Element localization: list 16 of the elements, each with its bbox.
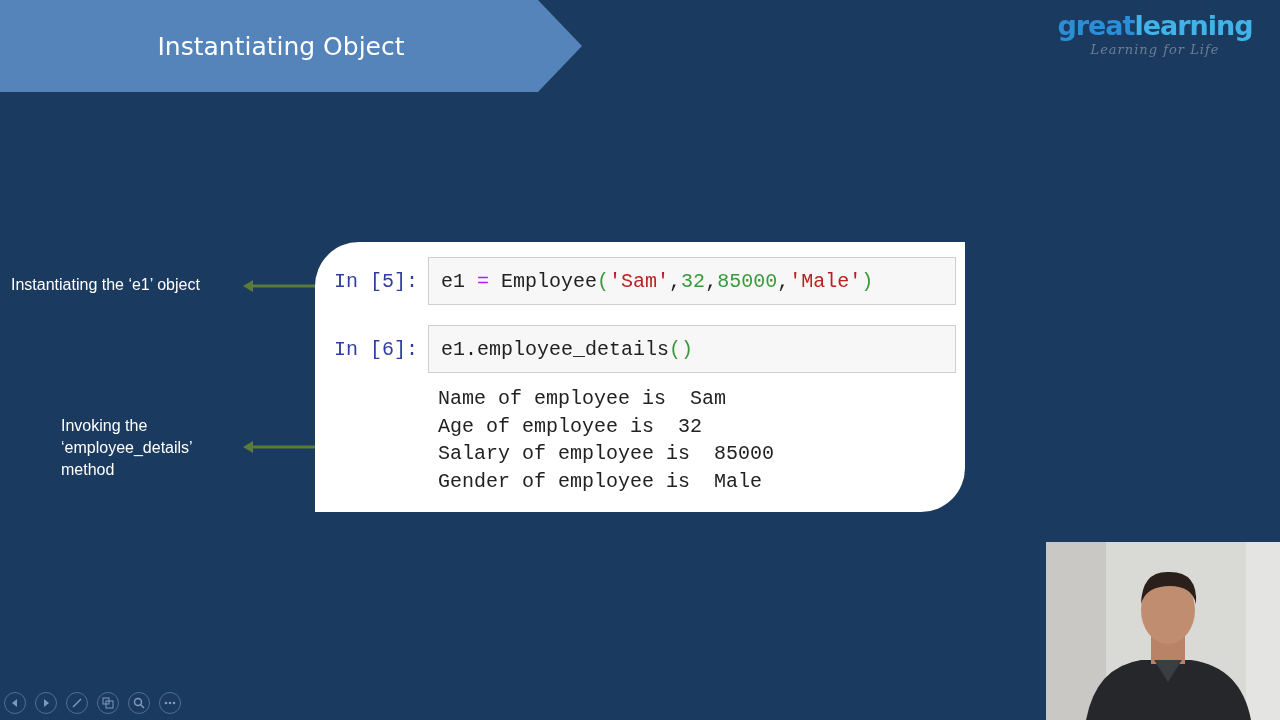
cell-prompt: In [5]: [334,269,416,293]
annotation-text: Invoking the ‘employee_details’ method [61,416,194,480]
cell-prompt: In [6]: [334,337,416,361]
logo-tagline: Learning for Life [1090,42,1220,57]
annotation-text: Instantiating the ‘e1’ object [11,276,200,294]
slides-icon [102,697,114,709]
output-line: Age of employee is 32 [438,413,704,440]
output-line: Gender of employee is Male [438,468,764,495]
output-line: Salary of employee is 85000 [438,441,776,467]
slide-title: Instantiating Object [157,31,405,61]
code-input[interactable]: e1.employee_details() [428,325,956,373]
search-icon [133,697,145,709]
output-line: Name of employee is Sam [438,386,728,412]
pen-icon [71,697,83,709]
brand-logo: greatlearning [1057,10,1253,42]
code-input[interactable]: e1 = Employee('Sam',32,85000,'Male') [428,257,956,305]
